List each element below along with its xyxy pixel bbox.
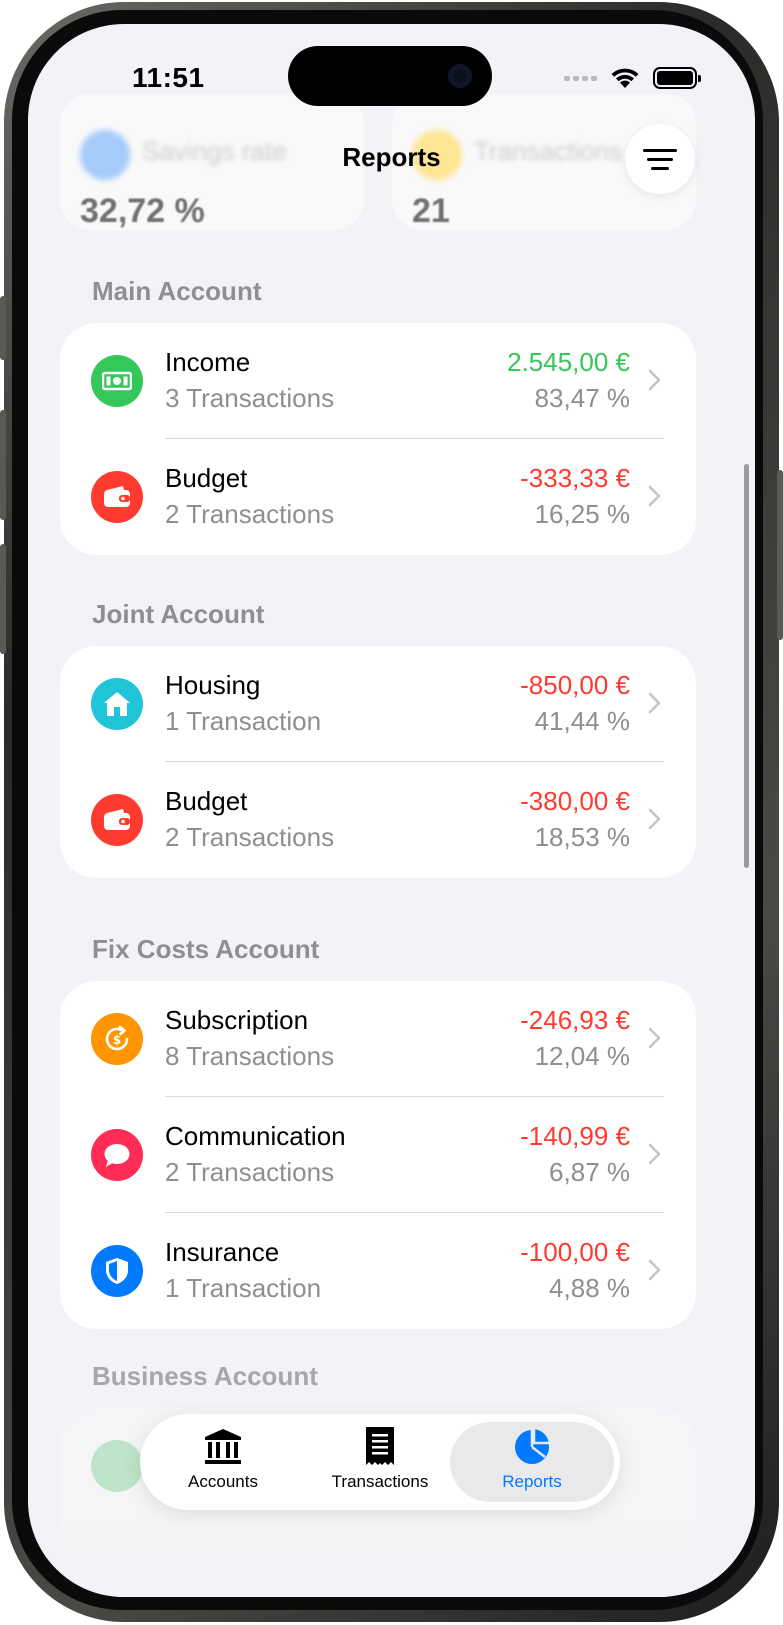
transaction-count: 3 Transactions [165,383,335,413]
category-percentage: 83,47 % [534,383,630,413]
joint-account-group: Housing 1 Transaction -850,00 € 41,44 % … [60,646,696,878]
category-amount: -246,93 € [520,1005,630,1035]
bottom-fade [28,1517,755,1597]
transaction-count: 8 Transactions [165,1041,335,1071]
transactions-count-value: 21 [412,192,450,230]
category-amount: -140,99 € [520,1121,630,1151]
dynamic-island [288,46,492,106]
transaction-count: 2 Transactions [165,822,335,852]
category-row-budget[interactable]: Budget 2 Transactions -380,00 € 18,53 % [60,762,696,878]
chat-bubble-icon [91,1129,143,1181]
filter-button[interactable] [625,124,695,194]
tab-label: Accounts [188,1472,258,1491]
money-icon [91,1440,143,1492]
battery-icon [653,67,701,89]
action-button [0,296,6,360]
category-percentage: 18,53 % [534,822,630,852]
shield-icon [91,1245,143,1297]
house-icon [91,678,143,730]
category-name: Housing [165,670,261,700]
volume-up-button [0,410,6,520]
category-name: Income [165,347,251,377]
tab-reports[interactable]: Reports [450,1422,614,1502]
transaction-count: 1 Transaction [165,706,322,736]
category-row-subscription[interactable]: $ Subscription 8 Transactions -246,93 € … [60,981,696,1097]
category-percentage: 4,88 % [549,1273,630,1303]
chevron-right-icon [648,485,661,507]
section-title-business-account: Business Account [92,1361,318,1391]
section-title-joint-account: Joint Account [92,599,265,629]
money-icon [91,355,143,407]
chevron-right-icon [648,1259,661,1281]
camera-icon [448,64,472,88]
scroll-indicator[interactable] [744,464,749,868]
category-percentage: 16,25 % [534,499,630,529]
section-title-fix-costs-account: Fix Costs Account [92,934,320,964]
wallet-icon [91,471,143,523]
category-name: Subscription [165,1005,309,1035]
tab-label: Transactions [331,1472,429,1491]
category-row-communication[interactable]: Communication 2 Transactions -140,99 € 6… [60,1097,696,1213]
section-title-main-account: Main Account [92,276,262,306]
transaction-count: 2 Transactions [165,1157,335,1187]
status-time: 11:51 [132,62,205,93]
category-row-housing[interactable]: Housing 1 Transaction -850,00 € 41,44 % [60,646,696,762]
category-amount: -100,00 € [520,1237,630,1267]
tab-label: Reports [502,1472,562,1491]
category-row-income[interactable]: Income 3 Transactions 2.545,00 € 83,47 % [60,323,696,439]
pie-chart-icon [515,1426,552,1464]
main-account-group: Income 3 Transactions 2.545,00 € 83,47 %… [60,323,696,555]
transaction-count: 1 Transaction [165,1273,322,1303]
category-name: Insurance [165,1237,280,1267]
subscription-icon: $ [91,1013,143,1065]
wallet-icon [91,794,143,846]
category-name: Budget [165,463,248,493]
category-amount: -850,00 € [520,670,630,700]
savings-rate-value: 32,72 % [80,192,205,230]
category-percentage: 12,04 % [534,1041,630,1071]
category-percentage: 6,87 % [549,1157,630,1187]
tab-bar: Accounts Transactions Reports [140,1414,620,1510]
bank-icon [205,1429,241,1464]
chevron-right-icon [648,1027,661,1049]
category-percentage: 41,44 % [534,706,630,736]
power-button [777,470,783,640]
chevron-right-icon [648,692,661,714]
category-row-budget[interactable]: Budget 2 Transactions -333,33 € 16,25 % [60,439,696,555]
category-name: Communication [165,1121,346,1151]
screen: Savings rate 32,72 % Transactions 21 11:… [28,24,755,1597]
chevron-right-icon [648,808,661,830]
volume-down-button [0,544,6,654]
receipt-icon [366,1427,394,1465]
chevron-right-icon [648,1143,661,1165]
wifi-icon [611,68,639,88]
category-row-insurance[interactable]: Insurance 1 Transaction -100,00 € 4,88 % [60,1213,696,1329]
category-amount: -380,00 € [520,786,630,816]
transaction-count: 2 Transactions [165,499,335,529]
chevron-right-icon [648,369,661,391]
svg-text:$: $ [113,1033,121,1047]
category-amount: -333,33 € [520,463,630,493]
tab-accounts[interactable]: Accounts [148,1422,298,1502]
status-icons [564,66,701,90]
fix-costs-account-group: $ Subscription 8 Transactions -246,93 € … [60,981,696,1329]
filter-icon [643,148,677,152]
cellular-signal-icon [564,75,597,81]
category-name: Budget [165,786,248,816]
tab-transactions[interactable]: Transactions [305,1422,455,1502]
category-amount: 2.545,00 € [507,347,630,377]
